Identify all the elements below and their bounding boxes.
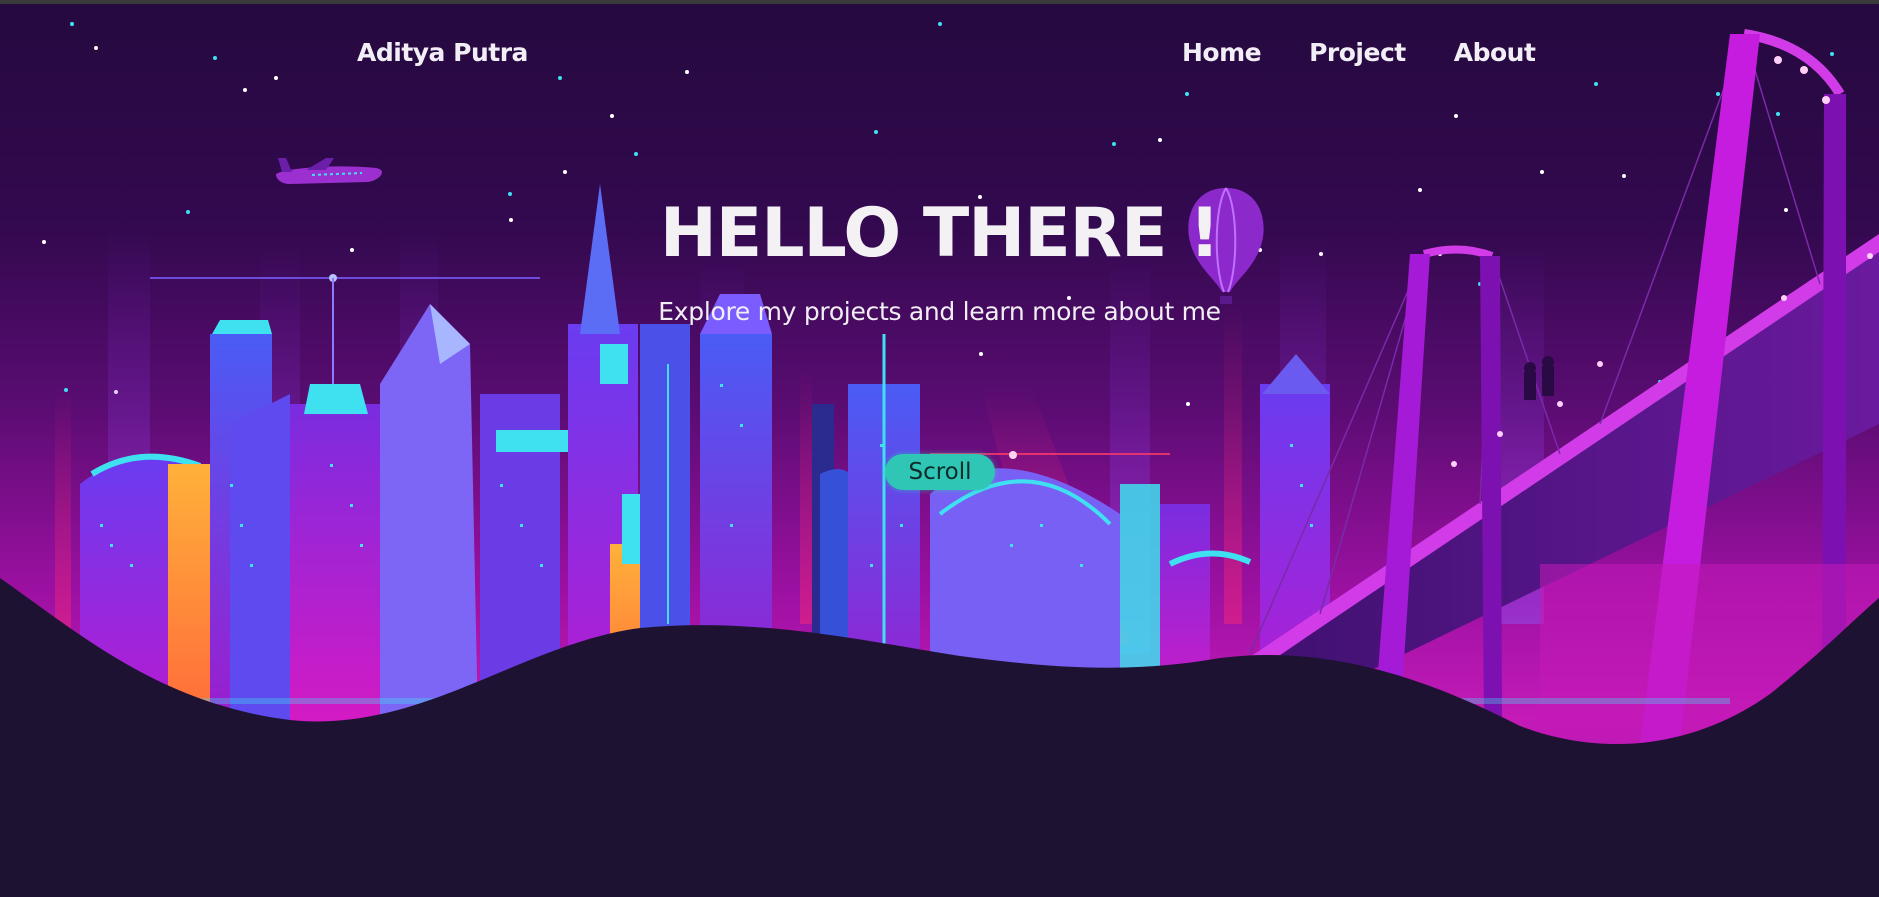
main-nav: Home Project About bbox=[1182, 38, 1536, 67]
scroll-button[interactable]: Scroll bbox=[885, 454, 995, 490]
hero-title: HELLO THERE ! bbox=[659, 194, 1220, 273]
nav-link-project[interactable]: Project bbox=[1309, 38, 1406, 67]
hero-section: Aditya Putra Home Project About HELLO TH… bbox=[0, 4, 1879, 897]
hero-subtitle: Explore my projects and learn more about… bbox=[658, 297, 1221, 326]
nav-link-home[interactable]: Home bbox=[1182, 38, 1262, 67]
nav-link-about[interactable]: About bbox=[1454, 38, 1536, 67]
city-skyline-illustration bbox=[0, 4, 1879, 897]
brand-name[interactable]: Aditya Putra bbox=[357, 38, 528, 67]
